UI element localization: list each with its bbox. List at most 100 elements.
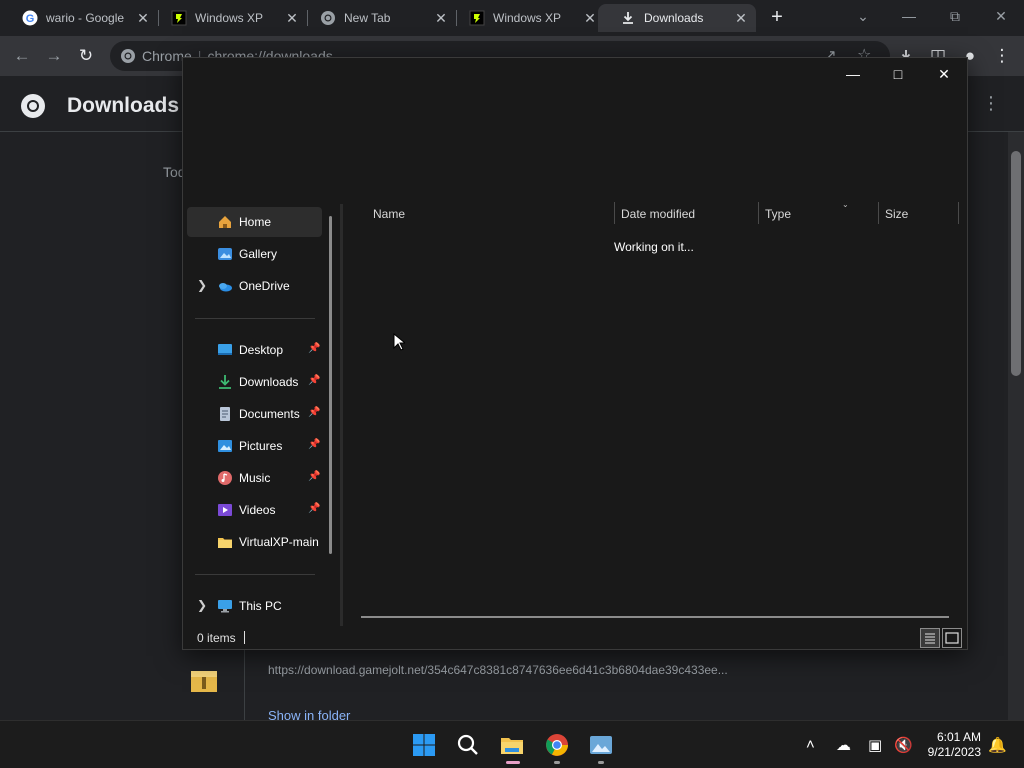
tab-google-wario[interactable]: G wario - Google ✕ (0, 4, 158, 32)
nav-label: This PC (239, 599, 282, 613)
nav-label: Videos (239, 503, 276, 517)
close-dialog-icon[interactable]: ✕ (929, 64, 959, 84)
page-scrollbar-thumb[interactable] (1011, 151, 1021, 376)
network-icon[interactable]: ▣ (868, 736, 882, 754)
pin-icon[interactable]: 📌 (308, 503, 320, 514)
nav-label: Gallery (239, 247, 278, 261)
minimize-icon[interactable]: — (886, 5, 932, 27)
nav-label: Documents (239, 407, 300, 421)
notifications-bell-icon[interactable]: 🔔 (988, 736, 1007, 754)
pin-icon[interactable]: 📌 (308, 407, 320, 418)
nav-item-music[interactable]: Music 📌 (187, 463, 322, 493)
search-icon[interactable] (456, 733, 480, 757)
file-explorer-icon[interactable] (500, 733, 524, 757)
download-icon (217, 374, 233, 390)
tab-windows-xp-2[interactable]: Windows XP ✕ (447, 4, 605, 32)
page-menu-icon[interactable]: ⋮ (982, 93, 1000, 114)
horizontal-scrollbar[interactable] (361, 616, 949, 618)
nav-item-downloads[interactable]: Downloads 📌 (187, 367, 322, 397)
new-tab-button[interactable]: + (766, 7, 788, 29)
close-window-icon[interactable]: ✕ (978, 5, 1024, 27)
column-date-modified[interactable]: Date modified (621, 200, 695, 228)
mouse-cursor-icon (393, 332, 407, 356)
tab-title: Windows XP (493, 11, 562, 25)
start-windows-icon[interactable] (412, 733, 436, 757)
nav-item-gallery[interactable]: Gallery (187, 239, 322, 269)
nav-label: Pictures (239, 439, 283, 453)
nav-item-desktop[interactable]: Desktop 📌 (187, 335, 322, 365)
nav-item-pictures[interactable]: Pictures 📌 (187, 431, 322, 461)
folder-icon (217, 534, 233, 550)
nav-label: Downloads (239, 375, 299, 389)
pin-icon[interactable]: 📌 (308, 439, 320, 450)
pane-splitter[interactable] (340, 204, 343, 626)
restore-icon[interactable]: ⧉ (932, 5, 978, 27)
download-url[interactable]: https://download.gamejolt.net/354c647c83… (268, 663, 728, 677)
tab-title: Downloads (644, 11, 704, 25)
tab-title: New Tab (344, 11, 391, 25)
onedrive-icon (217, 278, 233, 294)
home-icon (217, 214, 233, 230)
minimize-icon[interactable]: — (838, 64, 868, 84)
videos-icon (217, 502, 233, 518)
photos-app-icon[interactable] (589, 733, 613, 757)
column-divider[interactable] (958, 202, 959, 224)
column-divider[interactable] (758, 202, 759, 224)
download-icon (620, 10, 636, 26)
column-divider[interactable] (614, 202, 615, 224)
item-count-status: 0 items (197, 631, 236, 645)
pin-icon[interactable]: 📌 (308, 375, 320, 386)
back-icon[interactable]: ← (10, 44, 34, 68)
nav-item-home[interactable]: Home (187, 207, 322, 237)
nav-label: Desktop (239, 343, 284, 357)
svg-text:G: G (26, 13, 35, 25)
tab-search-icon[interactable]: ⌄ (840, 5, 886, 27)
nav-item-onedrive[interactable]: ❯ OneDrive (187, 271, 322, 301)
nav-label: OneDrive (239, 279, 290, 293)
nav-item-virtualxp-main[interactable]: VirtualXP-main (187, 527, 322, 557)
column-type[interactable]: Type (765, 200, 791, 228)
close-tab-button[interactable]: ✕ (581, 9, 599, 27)
reload-icon[interactable]: ↻ (74, 44, 98, 68)
nav-item-this-pc[interactable]: ❯ This PC (187, 591, 322, 621)
onedrive-status-icon[interactable]: ☁ (836, 736, 851, 754)
google-icon: G (22, 10, 38, 26)
column-name[interactable]: Name (373, 200, 405, 228)
tab-windows-xp-1[interactable]: Windows XP ✕ (149, 4, 307, 32)
pictures-icon (217, 438, 233, 454)
nav-item-videos[interactable]: Videos 📌 (187, 495, 322, 525)
nav-item-documents[interactable]: Documents 📌 (187, 399, 322, 429)
maximize-icon[interactable]: □ (883, 64, 913, 84)
show-hidden-icons-chevron-icon[interactable]: ˄ (806, 736, 815, 753)
details-view-button[interactable] (920, 628, 940, 648)
menu-kebab-icon[interactable]: ⋮ (990, 44, 1014, 68)
volume-muted-icon[interactable]: 🔇 (894, 736, 913, 754)
sort-caret-icon: ⌄ (842, 200, 849, 209)
forward-icon[interactable]: → (42, 44, 66, 68)
column-divider[interactable] (878, 202, 879, 224)
tab-new-tab[interactable]: New Tab ✕ (298, 4, 456, 32)
screen: { "browser": { "tabs": [ {"title": "wari… (0, 0, 1024, 768)
large-icons-view-button[interactable] (942, 628, 962, 648)
file-explorer-dialog: — □ ✕ Home Gallery ❯ OneDrive Desktop 📌 … (182, 57, 968, 650)
expand-chevron-icon[interactable]: ❯ (197, 598, 207, 612)
expand-chevron-icon[interactable]: ❯ (197, 278, 207, 292)
clock[interactable]: 6:01 AM 9/21/2023 (925, 730, 981, 760)
chrome-logo-icon (20, 93, 45, 118)
clock-date: 9/21/2023 (927, 745, 981, 759)
column-header: Name ⌄ Date modified Type Size (343, 200, 967, 228)
chrome-icon (120, 48, 136, 69)
close-tab-button[interactable]: ✕ (732, 9, 750, 27)
tab-title: wario - Google (46, 11, 125, 25)
nav-scrollbar[interactable] (329, 216, 332, 554)
nav-label: Music (239, 471, 271, 485)
chrome-icon[interactable] (545, 733, 569, 757)
navigation-pane: Home Gallery ❯ OneDrive Desktop 📌 Downlo… (183, 204, 333, 624)
gamejolt-icon (469, 10, 485, 26)
chrome-icon (320, 10, 336, 26)
nav-divider (195, 574, 315, 575)
tab-downloads[interactable]: Downloads ✕ (598, 4, 756, 32)
column-size[interactable]: Size (885, 200, 908, 228)
pin-icon[interactable]: 📌 (308, 471, 320, 482)
pin-icon[interactable]: 📌 (308, 343, 320, 354)
